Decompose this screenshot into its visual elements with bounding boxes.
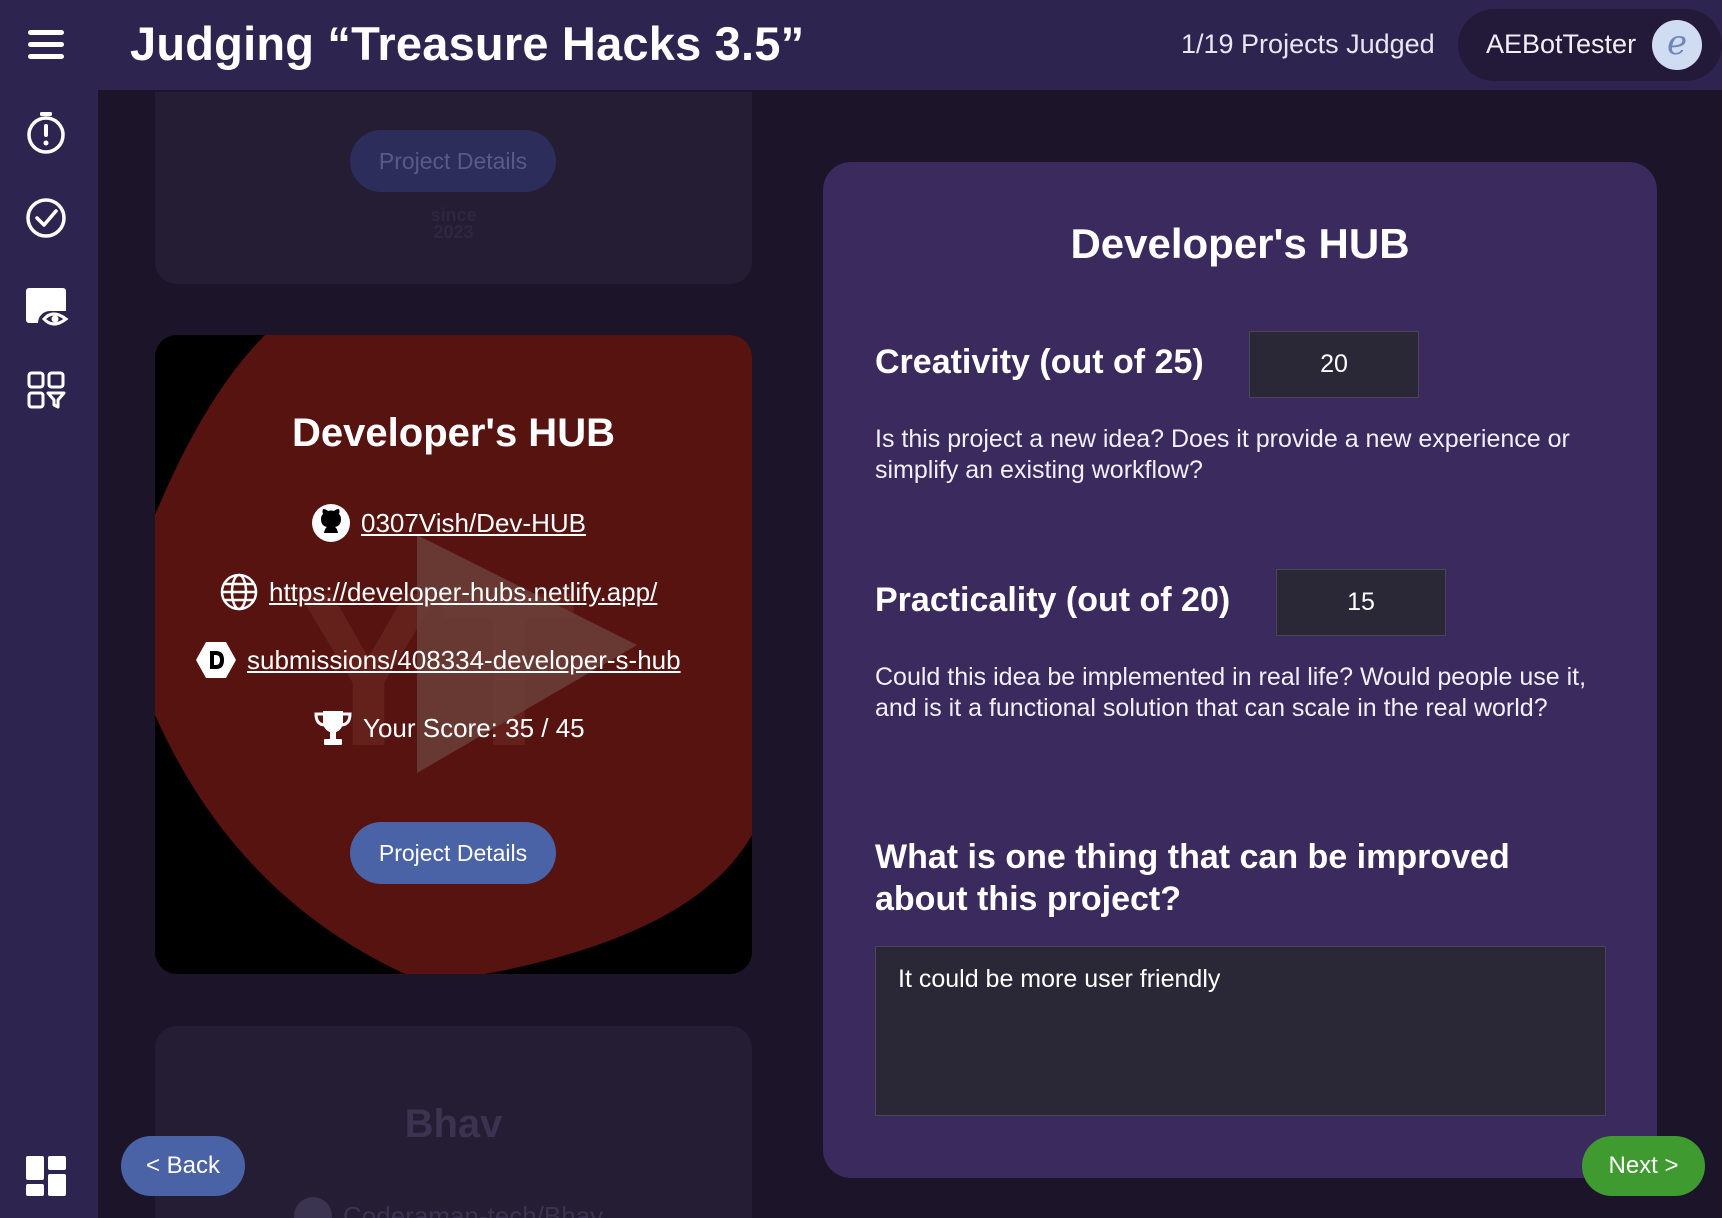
- devpost-icon: [196, 642, 236, 678]
- github-link[interactable]: Coderaman-tech/Bhav: [343, 1201, 603, 1218]
- check-circle-icon[interactable]: [22, 194, 70, 242]
- creativity-score-input[interactable]: [1249, 331, 1419, 398]
- creativity-description: Is this project a new idea? Does it prov…: [875, 425, 1570, 484]
- project-title: Developer's HUB: [292, 411, 615, 455]
- github-link-row: Coderaman-tech/Bhav: [293, 1196, 603, 1218]
- avatar: e: [1652, 20, 1702, 70]
- github-icon: [312, 504, 350, 542]
- devpost-link[interactable]: submissions/408334-developer-s-hub: [247, 645, 681, 676]
- panel-title: Developer's HUB: [1070, 220, 1410, 267]
- practicality-score-input[interactable]: [1276, 569, 1446, 636]
- improvement-question: What is one thing that can be improved a…: [875, 838, 1510, 918]
- menu-icon[interactable]: [22, 21, 70, 69]
- header: Judging “Treasure Hacks 3.5” 1/19 Projec…: [98, 0, 1722, 90]
- github-link[interactable]: 0307Vish/Dev-HUB: [361, 508, 586, 539]
- project-card-previous: Project Details since 2023: [155, 92, 752, 284]
- project-card-current: YT Developer's HUB 0307Vish/Dev-HUB http…: [155, 335, 752, 974]
- project-details-button[interactable]: Project Details: [350, 130, 556, 192]
- github-icon: [294, 1197, 332, 1218]
- project-details-button[interactable]: Project Details: [350, 822, 556, 884]
- user-menu[interactable]: AEBotTester e: [1458, 9, 1722, 81]
- website-link[interactable]: https://developer-hubs.netlify.app/: [269, 577, 657, 608]
- improvement-feedback-textarea[interactable]: It could be more user friendly: [875, 946, 1606, 1116]
- github-link-row: 0307Vish/Dev-HUB: [311, 503, 586, 543]
- back-button[interactable]: < Back: [121, 1136, 245, 1196]
- page-title: Judging “Treasure Hacks 3.5”: [130, 17, 805, 70]
- dashboard-icon[interactable]: [22, 1152, 70, 1200]
- since-year-text: 2023: [433, 222, 474, 242]
- practicality-label: Practicality (out of 20): [875, 581, 1231, 619]
- your-score: Your Score: 35 / 45: [363, 712, 585, 743]
- next-button[interactable]: Next >: [1582, 1136, 1705, 1196]
- judging-panel: Developer's HUB Creativity (out of 25) I…: [823, 162, 1657, 1178]
- creativity-label: Creativity (out of 25): [875, 343, 1204, 381]
- project-card-next: Bhav Coderaman-tech/Bhav: [155, 1026, 752, 1218]
- user-name: AEBotTester: [1486, 29, 1637, 59]
- timer-icon[interactable]: [22, 108, 70, 156]
- preview-eye-icon[interactable]: [22, 281, 70, 329]
- trophy-icon: [314, 711, 352, 745]
- sidebar: [0, 0, 98, 1218]
- website-link-row: https://developer-hubs.netlify.app/: [219, 572, 657, 612]
- apps-filter-icon[interactable]: [22, 366, 70, 414]
- judging-progress: 1/19 Projects Judged: [1181, 29, 1435, 59]
- score-row: Your Score: 35 / 45: [313, 708, 585, 748]
- practicality-description: Could this idea be implemented in real l…: [875, 663, 1587, 722]
- devpost-link-row: submissions/408334-developer-s-hub: [195, 640, 681, 680]
- project-title: Bhav: [404, 1102, 503, 1146]
- globe-icon: [220, 573, 258, 611]
